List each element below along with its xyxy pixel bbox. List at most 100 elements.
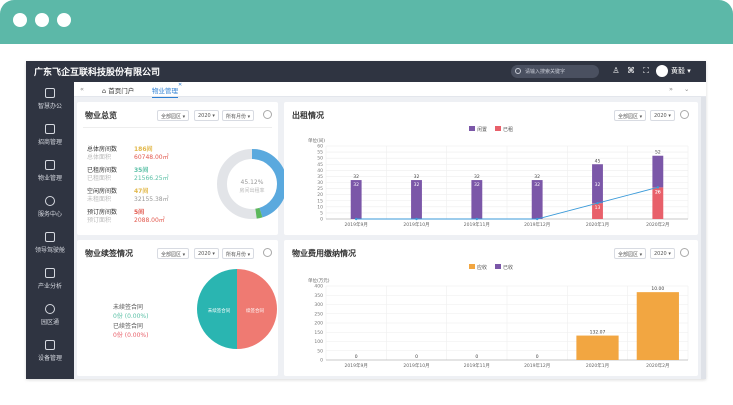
fee-panel: 物业费用缴纳情况 全部园区 ▾ 2020 ▾ 应收 已收 单位(万元) 0 50 100 1… bbox=[284, 240, 698, 376]
bar-value-label: 32 bbox=[534, 174, 540, 180]
sidebar-item-investment[interactable]: 招商管理 bbox=[26, 124, 74, 156]
x-tick-label: 2020年1月 bbox=[586, 221, 609, 228]
y-tick-label: 55 bbox=[317, 150, 323, 156]
signed-label: 已续签合同 bbox=[113, 323, 144, 330]
y-tick-label: 10 bbox=[317, 204, 323, 210]
x-tick-label: 2019年9月 bbox=[345, 362, 368, 369]
pie-left-label: 未续签合同 bbox=[208, 307, 231, 314]
legend-swatch bbox=[469, 264, 475, 269]
unsigned-value: 0份 (0.00%) bbox=[113, 313, 149, 320]
overview-panel: 物业总览 全部园区 ▾ 2020 ▾ 所有月份 ▾ 总体房间数 186间 总体面… bbox=[77, 102, 287, 235]
signed-value: 0份 (0.00%) bbox=[113, 332, 149, 339]
bar-value-label: 132.07 bbox=[590, 330, 606, 336]
rental-year-select[interactable]: 2020 ▾ bbox=[650, 110, 675, 121]
contract-refresh-icon[interactable] bbox=[263, 248, 272, 257]
search-placeholder: 请输入搜索关键字 bbox=[525, 69, 566, 75]
app-window: 广东飞企互联科技股份有限公司 请输入搜索关键字 ♙ ⌘ ⛶ 黄毅 ▾ 智慧办公 … bbox=[26, 61, 706, 379]
y-tick-label: 30 bbox=[317, 180, 323, 186]
fee-year-select[interactable]: 2020 ▾ bbox=[650, 248, 675, 259]
rental-panel: 出租情况 全部园区 ▾ 2020 ▾ 闲置 已租 单位(间) 0 5 10 15 20 25 30… bbox=[284, 102, 698, 235]
y-tick-label: 25 bbox=[317, 186, 323, 192]
legend-swatch bbox=[469, 126, 475, 131]
bar-value-label: 0 bbox=[355, 354, 358, 360]
pie-right-label: 续签合同 bbox=[246, 307, 264, 314]
stat-subvalue: 21566.25㎡ bbox=[134, 175, 169, 182]
avatar[interactable] bbox=[656, 65, 668, 77]
legend-swatch bbox=[495, 126, 501, 131]
sidebar-item-device[interactable]: 设备管理 bbox=[26, 340, 74, 372]
unsigned-label: 未续签合同 bbox=[113, 304, 144, 311]
sidebar-item-property[interactable]: 物业管理 bbox=[26, 160, 74, 192]
x-tick-label: 2019年10月 bbox=[403, 221, 429, 228]
collapse-right-icon[interactable]: » bbox=[669, 85, 673, 93]
fee-refresh-icon[interactable] bbox=[680, 248, 689, 257]
sidebar-item-office[interactable]: 智慧办公 bbox=[26, 88, 74, 120]
tab-bar: « ⌂ 首页门户 物业管理 ✕ » ⌄ bbox=[74, 82, 706, 98]
refresh-icon[interactable] bbox=[263, 110, 272, 119]
trend-point bbox=[475, 217, 479, 221]
tab-close-icon[interactable]: ✕ bbox=[178, 82, 182, 88]
sidebar-item-cockpit[interactable]: 领导驾驶舱 bbox=[26, 232, 74, 264]
bar-value-label: 32 bbox=[414, 174, 420, 180]
y-tick-label: 40 bbox=[317, 168, 323, 174]
stat-subvalue: 32155.38㎡ bbox=[134, 196, 169, 203]
y-tick-label: 5 bbox=[320, 210, 323, 216]
legend-label: 已租 bbox=[503, 126, 513, 133]
fullscreen-icon[interactable]: ⛶ bbox=[641, 66, 651, 76]
sidebar-item-service[interactable]: 服务中心 bbox=[26, 196, 74, 228]
y-tick-label: 20 bbox=[317, 192, 323, 198]
desktop-icon bbox=[45, 88, 55, 98]
area-select[interactable]: 全部园区 ▾ bbox=[157, 110, 190, 121]
sidebar-item-label: 服务中心 bbox=[37, 211, 62, 218]
tab-home[interactable]: ⌂ 首页门户 bbox=[102, 85, 134, 95]
rental-refresh-icon[interactable] bbox=[680, 110, 689, 119]
bar-value-label: 10.00 bbox=[651, 286, 664, 292]
month-select[interactable]: 所有月份 ▾ bbox=[222, 110, 255, 121]
sidebar-item-park[interactable]: 园区通 bbox=[26, 304, 74, 336]
x-tick-label: 2019年11月 bbox=[464, 221, 490, 228]
user-name[interactable]: 黄毅 ▾ bbox=[671, 66, 691, 76]
y-tick-label: 35 bbox=[317, 174, 323, 180]
top-bar: 广东飞企互联科技股份有限公司 请输入搜索关键字 ♙ ⌘ ⛶ 黄毅 ▾ bbox=[26, 61, 706, 82]
window-header-banner bbox=[0, 0, 733, 44]
tab-property[interactable]: 物业管理 bbox=[152, 85, 178, 98]
apps-icon[interactable]: ⌘ bbox=[626, 66, 636, 76]
contract-title: 物业续签情况 bbox=[85, 249, 133, 258]
window-dot-icon bbox=[57, 13, 71, 27]
search-input[interactable]: 请输入搜索关键字 bbox=[511, 65, 599, 78]
sidebar-item-label: 智慧办公 bbox=[37, 103, 62, 110]
rental-chart: 闲置 已租单位(间)0510152025303540455055602019年9月… bbox=[308, 126, 689, 228]
collapse-left-icon[interactable]: « bbox=[80, 85, 84, 93]
bar-value-label: 32 bbox=[353, 174, 359, 180]
chevron-down-icon[interactable]: ⌄ bbox=[684, 85, 689, 93]
fee-area-select[interactable]: 全部园区 ▾ bbox=[614, 248, 647, 259]
contract-month-select[interactable]: 所有月份 ▾ bbox=[222, 248, 255, 259]
bar-应收 bbox=[576, 335, 619, 360]
y-axis-label: 单位(间) bbox=[308, 137, 325, 144]
contract-panel: 物业续签情况 全部园区 ▾ 2020 ▾ 所有月份 ▾ 未续签合同 0份 (0.… bbox=[77, 240, 278, 376]
year-select[interactable]: 2020 ▾ bbox=[194, 110, 219, 121]
contract-area-select[interactable]: 全部园区 ▾ bbox=[157, 248, 190, 259]
analysis-icon bbox=[45, 268, 55, 278]
y-tick-label: 300 bbox=[314, 302, 323, 308]
trend-point bbox=[535, 217, 539, 221]
sidebar-item-label: 设备管理 bbox=[37, 355, 62, 362]
bar-value-label: 52 bbox=[655, 150, 661, 156]
y-tick-label: 0 bbox=[320, 358, 323, 364]
sidebar-item-industry[interactable]: 产业分析 bbox=[26, 268, 74, 300]
fee-chart: 应收 已收单位(万元) 0 50 100 150 200 250 300 350 400 2019年9… bbox=[308, 264, 689, 369]
y-axis-label: 单位(万元) bbox=[308, 277, 330, 284]
shirt-icon[interactable]: ♙ bbox=[611, 66, 621, 76]
rental-area-select[interactable]: 全部园区 ▾ bbox=[614, 110, 647, 121]
scrollbar[interactable] bbox=[701, 97, 706, 379]
sidebar-item-label: 产业分析 bbox=[37, 283, 62, 290]
x-tick-label: 2020年2月 bbox=[646, 362, 669, 369]
bar-inner-label: 32 bbox=[353, 182, 359, 188]
y-tick-label: 45 bbox=[317, 162, 323, 168]
company-name: 广东飞企互联科技股份有限公司 bbox=[34, 68, 161, 78]
contract-year-select[interactable]: 2020 ▾ bbox=[194, 248, 219, 259]
bar-inner-label: 32 bbox=[474, 182, 480, 188]
bar-inner-label: 32 bbox=[414, 182, 420, 188]
park-icon bbox=[45, 304, 55, 314]
y-tick-label: 60 bbox=[317, 144, 323, 150]
